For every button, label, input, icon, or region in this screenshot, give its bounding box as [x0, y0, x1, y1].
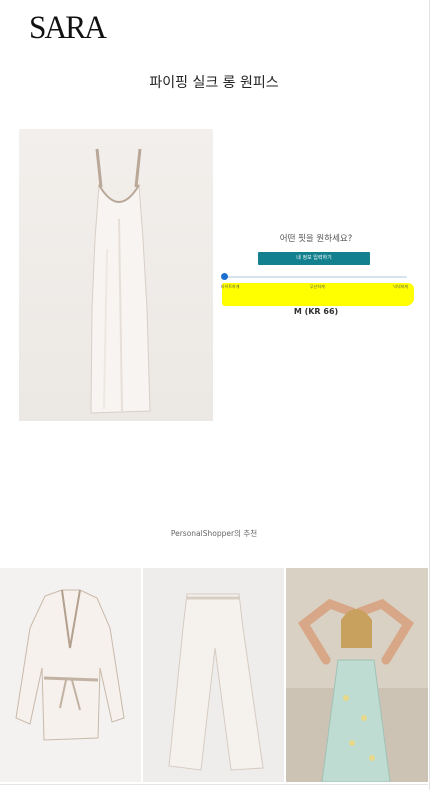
recommendation-heading: PersonalShopper의 추천: [170, 529, 258, 538]
page-edge-divider: [429, 0, 430, 790]
recommended-item-jacket[interactable]: [0, 568, 141, 782]
brand-logo[interactable]: SARA: [29, 10, 107, 47]
recommended-item-model[interactable]: [286, 568, 428, 782]
fit-slider-labels: 타이트하게 무난하게 넉넉하게: [218, 284, 414, 292]
recommendation-list: [0, 568, 428, 782]
jacket-icon: [15, 589, 125, 741]
bottom-divider: [0, 784, 428, 785]
model-photo-icon: [286, 568, 428, 782]
product-title: 파이핑 실크 롱 원피스: [149, 75, 279, 91]
dress-icon: [90, 148, 151, 414]
fit-slider-thumb[interactable]: [221, 273, 228, 280]
product-image[interactable]: [19, 129, 213, 421]
enter-info-button[interactable]: 내 정보 입력하기: [258, 252, 370, 265]
recommended-item-pants[interactable]: [143, 568, 284, 782]
slider-label-tight[interactable]: 타이트하게: [221, 284, 239, 290]
recommended-size: M (KR 66): [293, 307, 339, 316]
fit-slider-track[interactable]: [222, 276, 407, 278]
fit-question: 어떤 핏을 원하세요?: [279, 234, 353, 244]
pants-icon: [168, 593, 264, 771]
slider-label-loose[interactable]: 넉넉하게: [393, 284, 408, 290]
slider-label-regular[interactable]: 무난하게: [310, 284, 325, 290]
